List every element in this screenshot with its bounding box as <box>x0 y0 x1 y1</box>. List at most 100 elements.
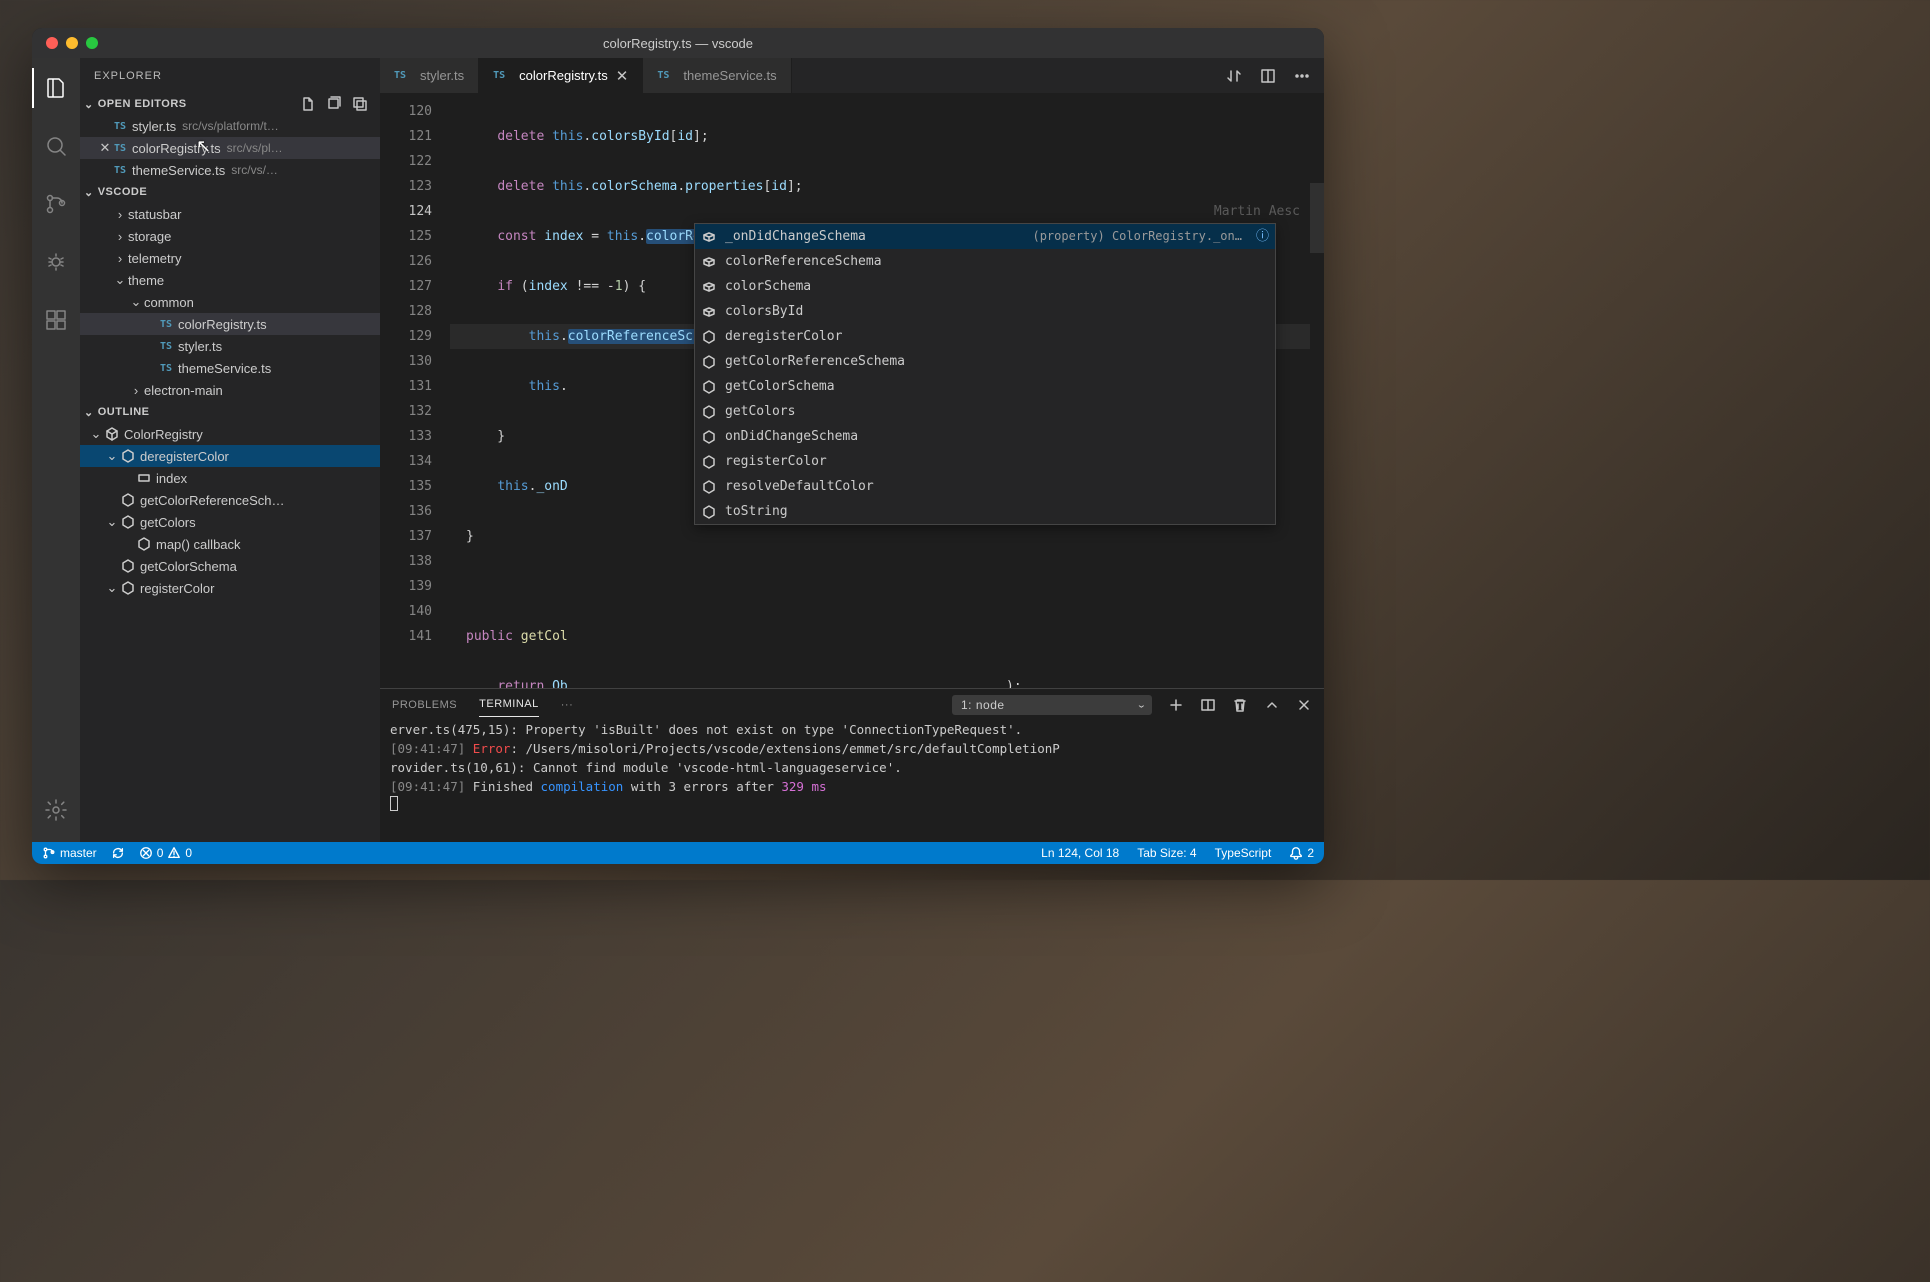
outline-item[interactable]: ⌄getColors <box>80 511 380 533</box>
open-editor-item[interactable]: TS styler.ts src/vs/platform/t… <box>80 115 380 137</box>
split-editor-icon[interactable] <box>1260 68 1276 84</box>
suggest-item[interactable]: registerColor <box>695 449 1275 474</box>
outline-item[interactable]: getColorSchema <box>80 555 380 577</box>
notifications-status[interactable]: 2 <box>1289 846 1314 860</box>
bottom-panel: PROBLEMS TERMINAL ··· 1: node erver.ts(4… <box>380 688 1324 842</box>
close-tab-icon[interactable]: ✕ <box>616 67 629 85</box>
sync-changes-status[interactable] <box>111 846 125 860</box>
close-panel-icon[interactable] <box>1296 697 1312 713</box>
file-item[interactable]: TScolorRegistry.ts <box>80 313 380 335</box>
file-item[interactable]: TSthemeService.ts <box>80 357 380 379</box>
suggest-item[interactable]: resolveDefaultColor <box>695 474 1275 499</box>
suggest-item[interactable]: onDidChangeSchema <box>695 424 1275 449</box>
editor-tab[interactable]: TS styler.ts <box>380 58 479 93</box>
source-control-icon[interactable] <box>32 184 80 224</box>
terminal-output[interactable]: erver.ts(475,15): Property 'isBuilt' doe… <box>380 720 1324 842</box>
debug-icon[interactable] <box>32 242 80 282</box>
method-suggest-icon <box>701 354 717 370</box>
file-item[interactable]: TSstyler.ts <box>80 335 380 357</box>
code-editor[interactable]: delete this.colorsById[id]; delete this.… <box>450 93 1310 688</box>
field-suggest-icon <box>701 279 717 295</box>
window-title: colorRegistry.ts — vscode <box>32 36 1324 51</box>
save-all-icon[interactable] <box>326 96 342 112</box>
folder-item[interactable]: ›telemetry <box>80 247 380 269</box>
editor-tab[interactable]: TS colorRegistry.ts ✕ <box>479 58 643 93</box>
suggest-item[interactable]: colorReferenceSchema <box>695 249 1275 274</box>
suggest-item[interactable]: toString <box>695 499 1275 524</box>
typescript-icon: TS <box>493 70 505 81</box>
typescript-icon: TS <box>160 319 172 330</box>
line-number-gutter: 1201211221231241251261271281291301311321… <box>380 93 450 688</box>
suggest-item[interactable]: getColors <box>695 399 1275 424</box>
folder-item[interactable]: ›statusbar <box>80 203 380 225</box>
explorer-sidebar: EXPLORER ⌄ OPEN EDITORS TS styler.ts src… <box>80 58 380 842</box>
suggest-item[interactable]: colorSchema <box>695 274 1275 299</box>
minimap-thumb[interactable] <box>1310 183 1324 253</box>
method-suggest-icon <box>701 504 717 520</box>
outline-header[interactable]: ⌄ OUTLINE <box>80 401 380 423</box>
settings-gear-icon[interactable] <box>32 790 80 830</box>
suggest-item[interactable]: getColorReferenceSchema <box>695 349 1275 374</box>
typescript-icon: TS <box>394 70 406 81</box>
method-symbol-icon <box>120 492 136 508</box>
editor-body[interactable]: 1201211221231241251261271281291301311321… <box>380 93 1324 688</box>
problems-tab[interactable]: PROBLEMS <box>392 693 457 717</box>
open-editor-item[interactable]: ✕ TS colorRegistry.ts src/vs/pl… <box>80 137 380 159</box>
typescript-icon: TS <box>114 165 126 176</box>
intellisense-suggest-widget[interactable]: _onDidChangeSchema(property) ColorRegist… <box>694 223 1276 525</box>
problems-status[interactable]: 0 0 <box>139 846 192 860</box>
traffic-lights <box>32 37 98 49</box>
kill-terminal-icon[interactable] <box>1232 697 1248 713</box>
suggest-item[interactable]: getColorSchema <box>695 374 1275 399</box>
outline-item[interactable]: index <box>80 467 380 489</box>
info-icon[interactable]: ⓘ <box>1256 224 1269 249</box>
outline-item[interactable]: map() callback <box>80 533 380 555</box>
more-panel-tabs-icon[interactable]: ··· <box>561 699 574 711</box>
terminal-selector[interactable]: 1: node <box>952 695 1152 715</box>
outline-item[interactable]: ⌄registerColor <box>80 577 380 599</box>
open-editor-item[interactable]: TS themeService.ts src/vs/… <box>80 159 380 181</box>
folder-item[interactable]: ⌄common <box>80 291 380 313</box>
close-icon[interactable]: ✕ <box>96 140 114 156</box>
folder-item[interactable]: ›storage <box>80 225 380 247</box>
git-branch-status[interactable]: master <box>42 846 97 860</box>
outline-item[interactable]: getColorReferenceSch… <box>80 489 380 511</box>
suggest-item[interactable]: deregisterColor <box>695 324 1275 349</box>
close-all-icon[interactable] <box>352 96 368 112</box>
extensions-icon[interactable] <box>32 300 80 340</box>
workspace-header[interactable]: ⌄ VSCODE <box>80 181 380 203</box>
split-terminal-icon[interactable] <box>1200 697 1216 713</box>
typescript-icon: TS <box>114 121 126 132</box>
outline-item[interactable]: ⌄deregisterColor <box>80 445 380 467</box>
git-blame-annotation: Martin Aesc <box>1214 199 1300 224</box>
field-suggest-icon <box>701 304 717 320</box>
folder-item[interactable]: ⌄theme <box>80 269 380 291</box>
new-terminal-icon[interactable] <box>1168 697 1184 713</box>
folder-item[interactable]: ›electron-main <box>80 379 380 401</box>
cursor-position-status[interactable]: Ln 124, Col 18 <box>1041 846 1119 860</box>
suggest-item[interactable]: colorsById <box>695 299 1275 324</box>
maximize-panel-icon[interactable] <box>1264 697 1280 713</box>
compare-changes-icon[interactable] <box>1226 68 1242 84</box>
minimize-window-button[interactable] <box>66 37 78 49</box>
more-actions-icon[interactable] <box>1294 68 1310 84</box>
maximize-window-button[interactable] <box>86 37 98 49</box>
method-suggest-icon <box>701 404 717 420</box>
open-editors-header[interactable]: ⌄ OPEN EDITORS <box>80 93 380 115</box>
field-suggest-icon <box>701 229 717 245</box>
minimap[interactable] <box>1310 93 1324 688</box>
outline-item[interactable]: ⌄ColorRegistry <box>80 423 380 445</box>
search-icon[interactable] <box>32 126 80 166</box>
editor-tab[interactable]: TS themeService.ts <box>643 58 791 93</box>
explorer-icon[interactable] <box>32 68 80 108</box>
close-window-button[interactable] <box>46 37 58 49</box>
new-file-icon[interactable] <box>300 96 316 112</box>
typescript-icon: TS <box>160 341 172 352</box>
language-mode-status[interactable]: TypeScript <box>1215 846 1272 860</box>
indentation-status[interactable]: Tab Size: 4 <box>1137 846 1196 860</box>
terminal-tab[interactable]: TERMINAL <box>479 692 539 717</box>
suggest-item[interactable]: _onDidChangeSchema(property) ColorRegist… <box>695 224 1275 249</box>
activity-bar <box>32 58 80 842</box>
titlebar[interactable]: colorRegistry.ts — vscode <box>32 28 1324 58</box>
method-suggest-icon <box>701 379 717 395</box>
